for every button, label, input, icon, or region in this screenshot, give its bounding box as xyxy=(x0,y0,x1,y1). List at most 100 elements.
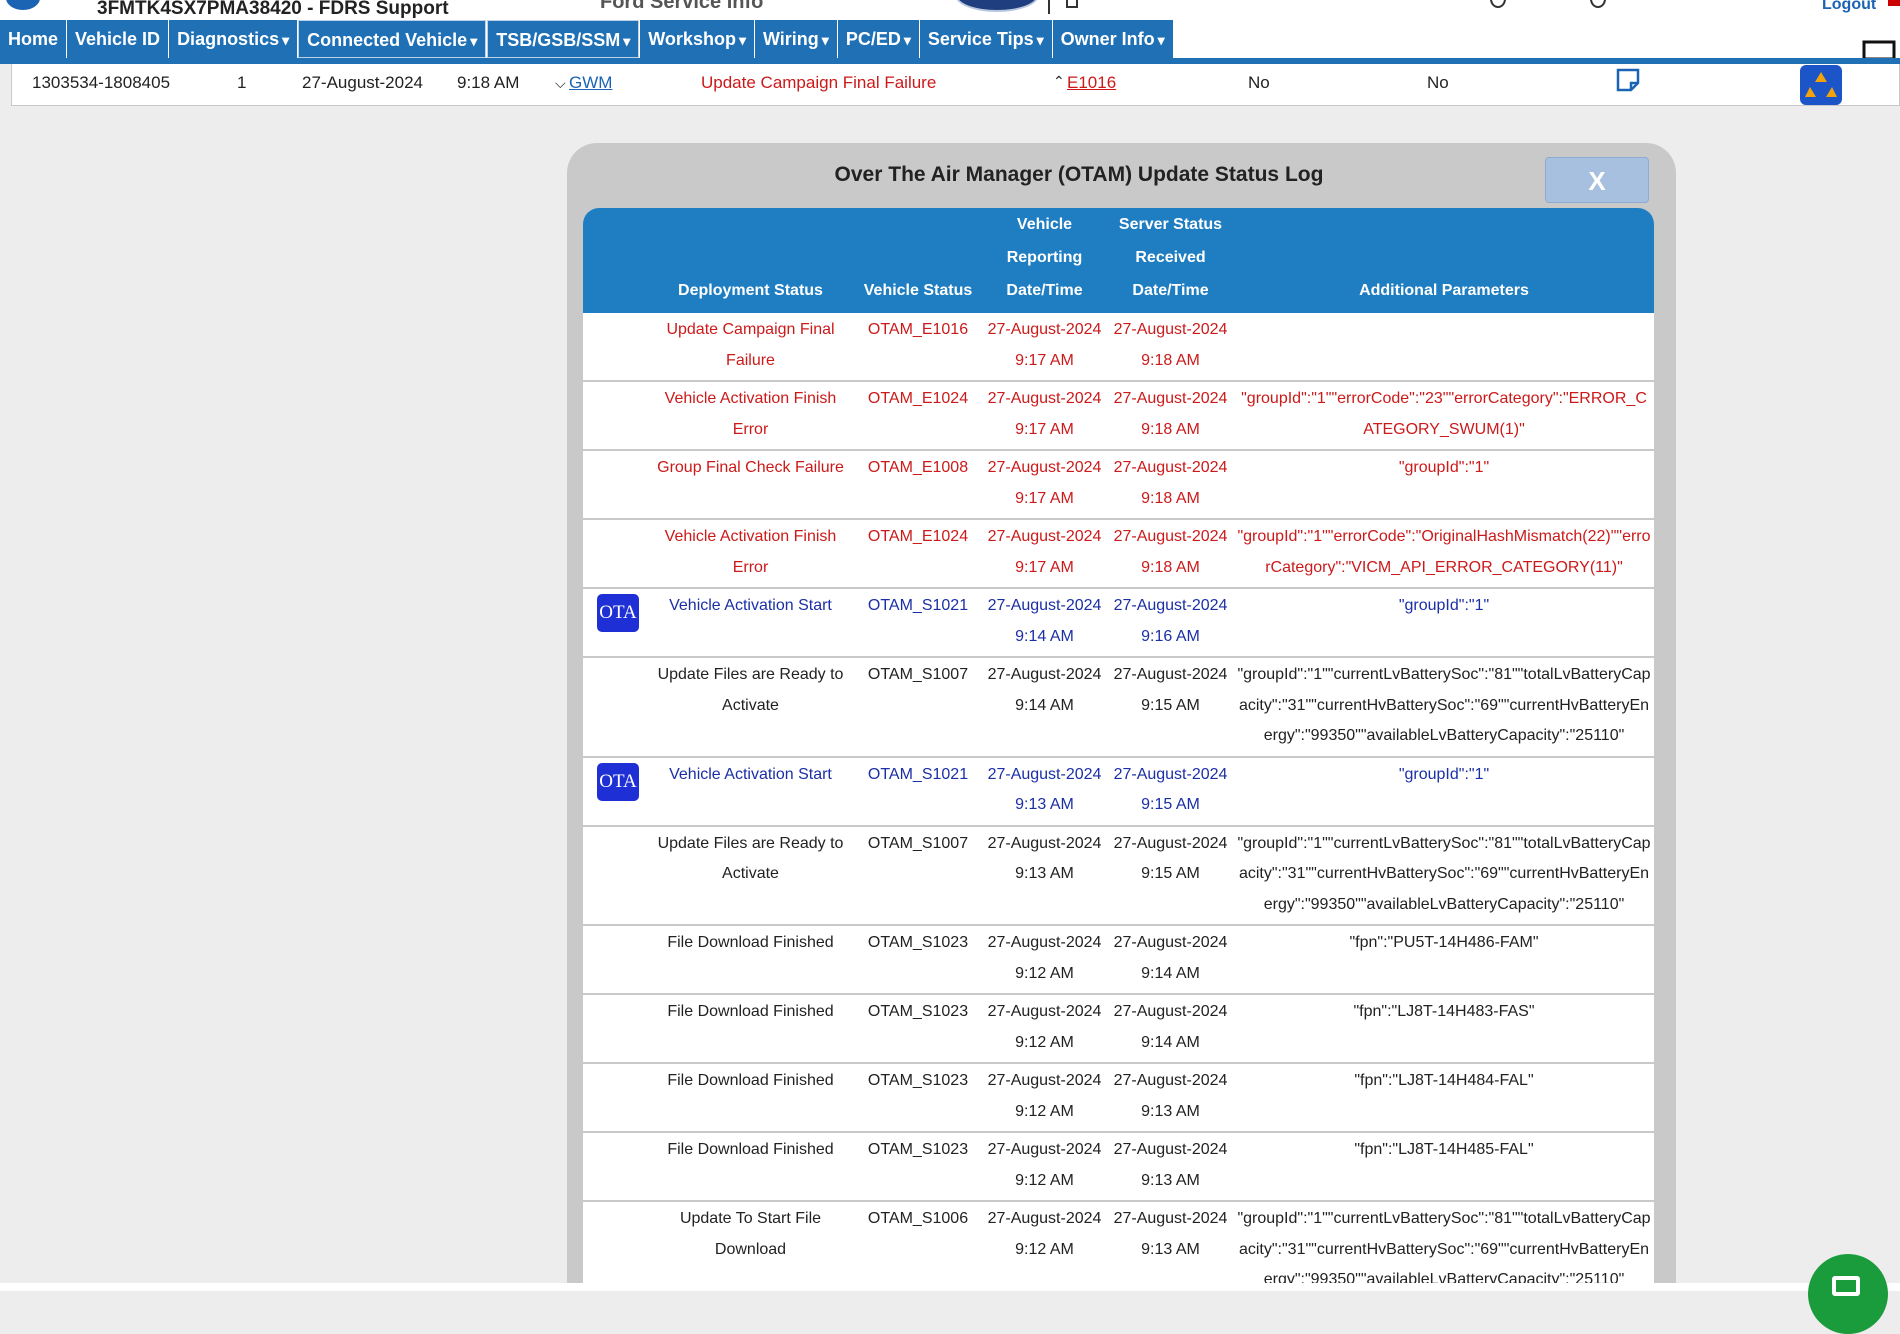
ota-icon[interactable]: OTA xyxy=(597,594,639,632)
otam-status-log-modal: Over The Air Manager (OTAM) Update Statu… xyxy=(567,143,1676,1291)
table-row: Update To Start File Download OTAM_S1006… xyxy=(583,1201,1654,1291)
nav-home[interactable]: Home xyxy=(0,20,67,58)
row-icon-cell xyxy=(583,1201,647,1291)
row-received-time: 27-August-2024 9:18 AM xyxy=(1107,381,1234,451)
row-icon-cell xyxy=(583,925,647,995)
logout-link[interactable]: Logout xyxy=(1822,0,1876,14)
row-vehicle-status: OTAM_E1008 xyxy=(854,450,982,520)
summary-status: Update Campaign Final Failure xyxy=(701,73,937,92)
row-parameters: "fpn":"PU5T-14H486-FAM" xyxy=(1234,925,1654,995)
row-reported-time: 27-August-2024 9:12 AM xyxy=(982,1132,1107,1202)
table-row: File Download Finished OTAM_S1023 27-Aug… xyxy=(583,925,1654,995)
ota-icon[interactable]: OTA xyxy=(597,762,639,801)
row-vehicle-status: OTAM_S1023 xyxy=(854,1063,982,1133)
row-icon-cell: OTA xyxy=(583,756,647,827)
row-vehicle-status: OTAM_S1023 xyxy=(854,925,982,995)
row-received-time: 27-August-2024 9:13 AM xyxy=(1107,1201,1234,1291)
row-icon-cell xyxy=(583,381,647,451)
header-text: Reporting xyxy=(1006,249,1083,266)
row-deployment-status: Update Campaign Final Failure xyxy=(647,313,854,382)
row-parameters: "groupId":"1""errorCode":"23""errorCateg… xyxy=(1234,381,1654,451)
row-received-time: 27-August-2024 9:14 AM xyxy=(1107,994,1234,1064)
site-name: Ford Service Info xyxy=(600,0,764,13)
trash-icon[interactable] xyxy=(1066,0,1078,8)
summary-time: 9:18 AM xyxy=(457,73,520,92)
nav-pc-ed[interactable]: PC/ED xyxy=(837,20,919,58)
row-vehicle-status: OTAM_E1024 xyxy=(854,381,982,451)
nav-diagnostics[interactable]: Diagnostics xyxy=(169,20,298,58)
note-icon[interactable] xyxy=(1616,68,1640,92)
row-icon-cell xyxy=(583,1063,647,1133)
row-vehicle-status: OTAM_S1023 xyxy=(854,1132,982,1202)
row-icon-cell: OTA xyxy=(583,588,647,658)
row-deployment-status: File Download Finished xyxy=(647,994,854,1064)
nav-connected-vehicle[interactable]: Connected Vehicle xyxy=(298,20,487,58)
header-additional-parameters: Additional Parameters xyxy=(1234,208,1654,313)
header-icon-b[interactable] xyxy=(1590,0,1606,8)
summary-date: 27-August-2024 xyxy=(302,73,423,92)
row-vehicle-status: OTAM_S1007 xyxy=(854,657,982,758)
row-deployment-status: Update Files are Ready to Activate xyxy=(647,657,854,758)
row-reported-time: 27-August-2024 9:17 AM xyxy=(982,450,1107,520)
row-received-time: 27-August-2024 9:15 AM xyxy=(1107,756,1234,827)
chat-button[interactable] xyxy=(1808,1254,1888,1334)
row-received-time: 27-August-2024 9:18 AM xyxy=(1107,450,1234,520)
row-parameters: "groupId":"1" xyxy=(1234,450,1654,520)
chevron-up-icon[interactable]: ⌃ xyxy=(1053,73,1065,90)
row-icon-cell xyxy=(583,994,647,1064)
nav-tsb-gsb-ssm[interactable]: TSB/GSB/SSM xyxy=(487,20,640,58)
row-vehicle-status: OTAM_S1007 xyxy=(854,825,982,926)
header-text: Received xyxy=(1135,249,1206,266)
row-parameters: "fpn":"LJ8T-14H484-FAL" xyxy=(1234,1063,1654,1133)
header-vehicle-reporting: Vehicle Reporting Date/Time xyxy=(982,208,1107,313)
row-parameters: "groupId":"1""currentLvBatterySoc":"81""… xyxy=(1234,1201,1654,1291)
row-deployment-status: Vehicle Activation Finish Error xyxy=(647,381,854,451)
table-row: File Download Finished OTAM_S1023 27-Aug… xyxy=(583,1132,1654,1202)
nav-owner-info[interactable]: Owner Info xyxy=(1052,20,1173,58)
nav-vehicle-id[interactable]: Vehicle ID xyxy=(67,20,169,58)
row-parameters: "groupId":"1" xyxy=(1234,756,1654,827)
row-vehicle-status: OTAM_S1006 xyxy=(854,1201,982,1291)
status-log-table: Deployment Status Vehicle Status Vehicle… xyxy=(583,208,1654,1291)
summary-id: 1303534-1808405 xyxy=(32,73,171,92)
header-icon-a[interactable] xyxy=(1490,0,1506,8)
summary-code-link[interactable]: E1016 xyxy=(1067,73,1116,93)
row-received-time: 27-August-2024 9:15 AM xyxy=(1107,825,1234,926)
row-reported-time: 27-August-2024 9:13 AM xyxy=(982,756,1107,827)
header-text: Server Status xyxy=(1118,216,1223,233)
nav-workshop[interactable]: Workshop xyxy=(640,20,754,58)
row-deployment-status: File Download Finished xyxy=(647,1132,854,1202)
summary-source-link[interactable]: GWM xyxy=(569,73,612,93)
table-row: File Download Finished OTAM_S1023 27-Aug… xyxy=(583,994,1654,1064)
row-reported-time: 27-August-2024 9:12 AM xyxy=(982,1201,1107,1291)
header-text: Date/Time xyxy=(1006,282,1083,299)
chevron-down-icon[interactable]: ⌵ xyxy=(555,75,566,92)
campaign-summary-row[interactable]: 1303534-1808405 1 27-August-2024 9:18 AM… xyxy=(11,64,1900,106)
row-reported-time: 27-August-2024 9:12 AM xyxy=(982,994,1107,1064)
row-deployment-status: Update To Start File Download xyxy=(647,1201,854,1291)
row-deployment-status: Vehicle Activation Start xyxy=(647,588,854,658)
row-received-time: 27-August-2024 9:14 AM xyxy=(1107,925,1234,995)
ford-logo-icon[interactable] xyxy=(6,0,40,10)
language-flag-icon[interactable] xyxy=(1888,0,1900,6)
summary-col-a: No xyxy=(1248,73,1270,92)
row-reported-time: 27-August-2024 9:14 AM xyxy=(982,588,1107,658)
close-button[interactable]: X xyxy=(1545,157,1649,203)
modal-title: Over The Air Manager (OTAM) Update Statu… xyxy=(834,163,1324,186)
table-row: Update Files are Ready to Activate OTAM_… xyxy=(583,657,1654,758)
row-parameters xyxy=(1234,313,1654,382)
row-received-time: 27-August-2024 9:15 AM xyxy=(1107,657,1234,758)
header-text: Vehicle xyxy=(1016,216,1073,233)
recycle-icon xyxy=(1805,72,1837,97)
ford-oval-logo-icon xyxy=(955,0,1039,12)
chat-icon xyxy=(1832,1276,1860,1296)
row-deployment-status: Group Final Check Failure xyxy=(647,450,854,520)
row-deployment-status: Vehicle Activation Finish Error xyxy=(647,519,854,589)
row-icon-cell xyxy=(583,450,647,520)
nav-wiring[interactable]: Wiring xyxy=(754,20,837,58)
nav-service-tips[interactable]: Service Tips xyxy=(919,20,1052,58)
row-icon-cell xyxy=(583,657,647,758)
recycle-button[interactable] xyxy=(1800,65,1842,105)
summary-count: 1 xyxy=(237,73,247,92)
status-log-table-container[interactable]: Deployment Status Vehicle Status Vehicle… xyxy=(583,208,1654,1291)
